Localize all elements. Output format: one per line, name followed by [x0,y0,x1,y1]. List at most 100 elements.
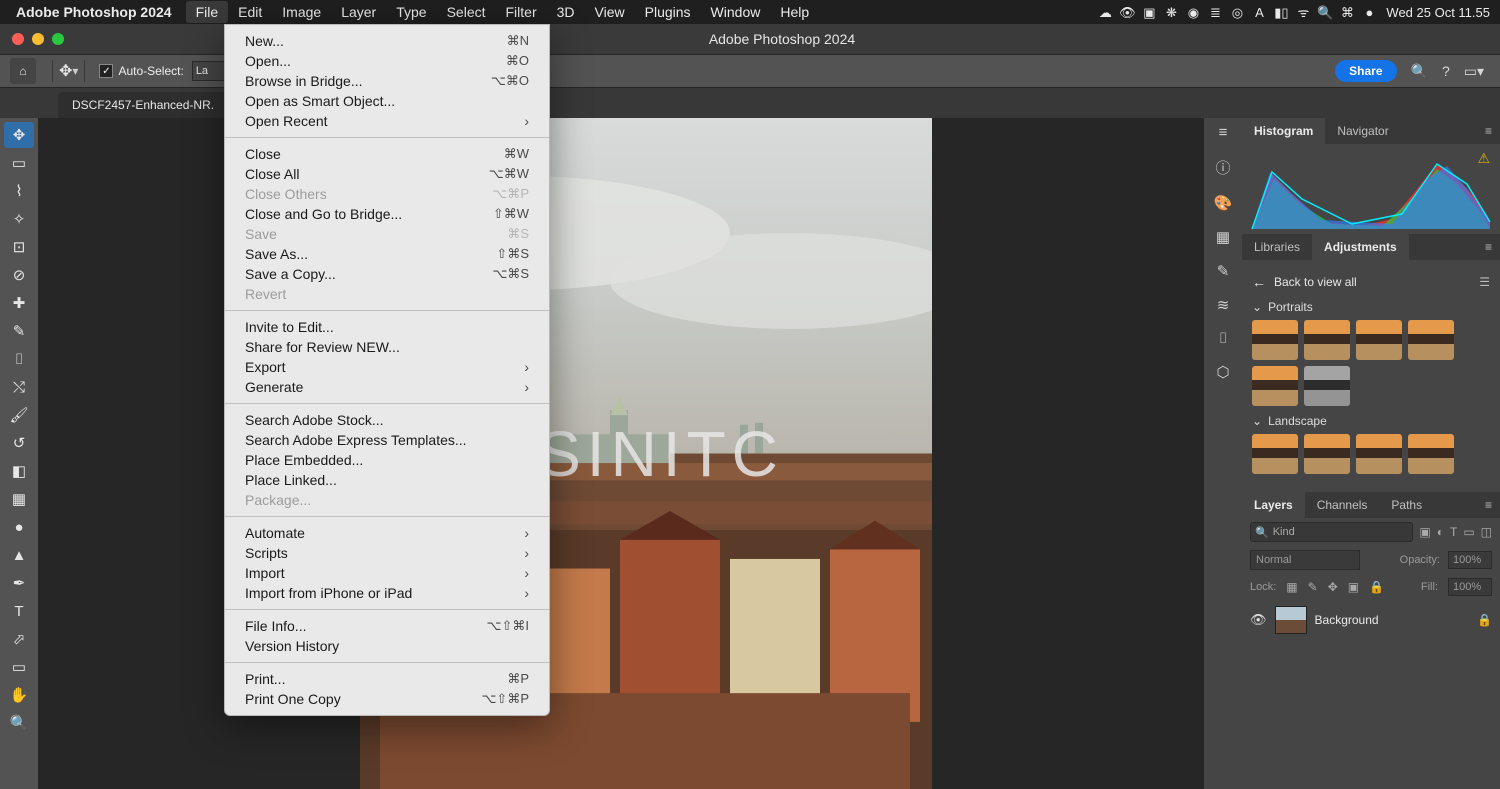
adj-section-landscape-header[interactable]: ⌄Landscape [1252,414,1490,428]
tool-type[interactable]: T [4,598,34,624]
menu-item-automate[interactable]: Automate› [225,523,549,543]
adjustments-back-button[interactable]: ← Back to view all ☰ [1252,274,1490,290]
menu-item-close-all[interactable]: Close All⌥⌘W [225,164,549,184]
menubar-item-help[interactable]: Help [770,1,819,23]
tool-move[interactable]: ✥ [4,122,34,148]
auto-select-target-dropdown[interactable]: La [192,61,228,81]
menu-item-open-as-smart-object[interactable]: Open as Smart Object... [225,91,549,111]
lock-all-icon[interactable]: 🔒 [1369,580,1384,594]
menubar-item-window[interactable]: Window [701,1,771,23]
menu-item-place-embedded[interactable]: Place Embedded... [225,450,549,470]
layer-filter-search[interactable]: 🔍 Kind [1250,522,1413,542]
lock-move-icon[interactable]: ✥ [1328,580,1338,594]
tool-zoom[interactable]: 🔍 [4,710,34,736]
tool-eraser[interactable]: ◧ [4,458,34,484]
workspace-switcher-icon[interactable]: ▭▾ [1464,63,1484,80]
sliders-panel-icon[interactable]: ≡ [1219,124,1228,141]
filter-shape-icon[interactable]: ▭ [1463,525,1474,539]
adjustment-preset[interactable] [1304,366,1350,406]
tab-libraries[interactable]: Libraries [1242,234,1312,260]
menu-item-export[interactable]: Export› [225,357,549,377]
tool-hand[interactable]: ✋ [4,682,34,708]
window-zoom-button[interactable] [52,33,64,45]
cloud-icon[interactable]: ☁ [1094,5,1116,21]
menu-item-search-adobe-express-templates[interactable]: Search Adobe Express Templates... [225,430,549,450]
battery-icon[interactable]: ▮▯ [1270,5,1292,21]
adjustment-preset[interactable] [1408,434,1454,474]
menubar-item-plugins[interactable]: Plugins [635,1,701,23]
menubar-item-type[interactable]: Type [386,1,436,23]
stack-icon[interactable]: ≣ [1204,5,1226,21]
menu-item-close[interactable]: Close⌘W [225,144,549,164]
tool-sharpen[interactable]: ▲ [4,542,34,568]
window-close-button[interactable] [12,33,24,45]
lock-artboard-icon[interactable]: ▣ [1348,580,1359,594]
document-tab[interactable]: DSCF2457-Enhanced-NR. [58,92,228,118]
tab-channels[interactable]: Channels [1305,492,1380,518]
window-minimize-button[interactable] [32,33,44,45]
tool-wand[interactable]: ✧ [4,206,34,232]
menu-item-import-from-iphone-or-ipad[interactable]: Import from iPhone or iPad› [225,583,549,603]
tool-stamp[interactable]: ⌷ [4,346,34,372]
filter-image-icon[interactable]: ▣ [1419,525,1430,539]
menu-item-scripts[interactable]: Scripts› [225,543,549,563]
info-panel-icon[interactable]: ⓘ [1215,157,1230,178]
share-button[interactable]: Share [1335,60,1396,82]
menu-item-generate[interactable]: Generate› [225,377,549,397]
tool-marquee[interactable]: ▭ [4,150,34,176]
filter-adjust-icon[interactable]: ◐ [1437,525,1444,539]
menu-item-file-info[interactable]: File Info...⌥⇧⌘I [225,616,549,636]
tab-adjustments[interactable]: Adjustments [1312,234,1409,260]
tool-shape[interactable]: ▭ [4,654,34,680]
cube-panel-icon[interactable]: ⬡ [1216,363,1229,381]
tool-brush[interactable]: ✎ [4,318,34,344]
menubar-item-view[interactable]: View [585,1,635,23]
tv-icon[interactable]: ▣ [1138,5,1160,21]
filter-type-icon[interactable]: T [1450,525,1457,539]
menubar-item-edit[interactable]: Edit [228,1,272,23]
search-icon[interactable]: 🔍 [1411,63,1428,80]
filter-smart-icon[interactable]: ◫ [1481,525,1492,539]
adjustment-preset[interactable] [1356,434,1402,474]
tool-lasso[interactable]: ⌇ [4,178,34,204]
eye-icon[interactable]: 👁 [1116,5,1138,21]
tool-fill[interactable]: ▦ [4,486,34,512]
tool-history[interactable]: ↺ [4,430,34,456]
canvas[interactable]: S SINITC [38,118,1204,789]
cc-icon[interactable]: ⌘ [1336,5,1358,21]
help-icon[interactable]: ? [1442,63,1450,79]
adjustment-preset[interactable] [1356,320,1402,360]
panel-menu-icon[interactable]: ≡ [1477,498,1500,512]
search-icon[interactable]: 🔍 [1314,5,1336,21]
menubar-item-layer[interactable]: Layer [331,1,386,23]
menu-item-open-recent[interactable]: Open Recent› [225,111,549,131]
menu-item-print-one-copy[interactable]: Print One Copy⌥⇧⌘P [225,689,549,709]
brush-settings-panel-icon[interactable]: ≋ [1217,296,1230,314]
blend-mode-dropdown[interactable]: Normal [1250,550,1360,570]
siri-icon[interactable]: ● [1358,5,1380,20]
menu-item-share-for-review-new[interactable]: Share for Review NEW... [225,337,549,357]
adjustment-preset[interactable] [1304,434,1350,474]
wifi-icon[interactable]: ᯤ [1292,3,1314,21]
adjustment-preset[interactable] [1408,320,1454,360]
adjustment-preset[interactable] [1252,366,1298,406]
target-icon[interactable]: ◎ [1226,5,1248,21]
menu-item-search-adobe-stock[interactable]: Search Adobe Stock... [225,410,549,430]
adjustment-preset[interactable] [1252,320,1298,360]
tool-pen[interactable]: ✒ [4,570,34,596]
histogram-warning-icon[interactable]: ⚠ [1477,150,1490,167]
menubar-item-image[interactable]: Image [272,1,331,23]
brushes-panel-icon[interactable]: ✎ [1217,262,1230,280]
menu-item-import[interactable]: Import› [225,563,549,583]
panel-menu-icon[interactable]: ≡ [1477,240,1500,254]
auto-select-toggle[interactable]: ✓ Auto-Select: [99,64,183,78]
palette-panel-icon[interactable]: 🎨 [1214,194,1233,212]
adj-section-portraits-header[interactable]: ⌄Portraits [1252,300,1490,314]
menubar-item-filter[interactable]: Filter [496,1,547,23]
menu-item-browse-in-bridge[interactable]: Browse in Bridge...⌥⌘O [225,71,549,91]
a-box-icon[interactable]: A [1248,5,1270,20]
lock-pixels-icon[interactable]: ▦ [1286,580,1297,594]
tool-heal[interactable]: ✚ [4,290,34,316]
layer-visibility-icon[interactable]: 👁 [1250,612,1267,628]
swatches-panel-icon[interactable]: ▦ [1216,228,1230,246]
